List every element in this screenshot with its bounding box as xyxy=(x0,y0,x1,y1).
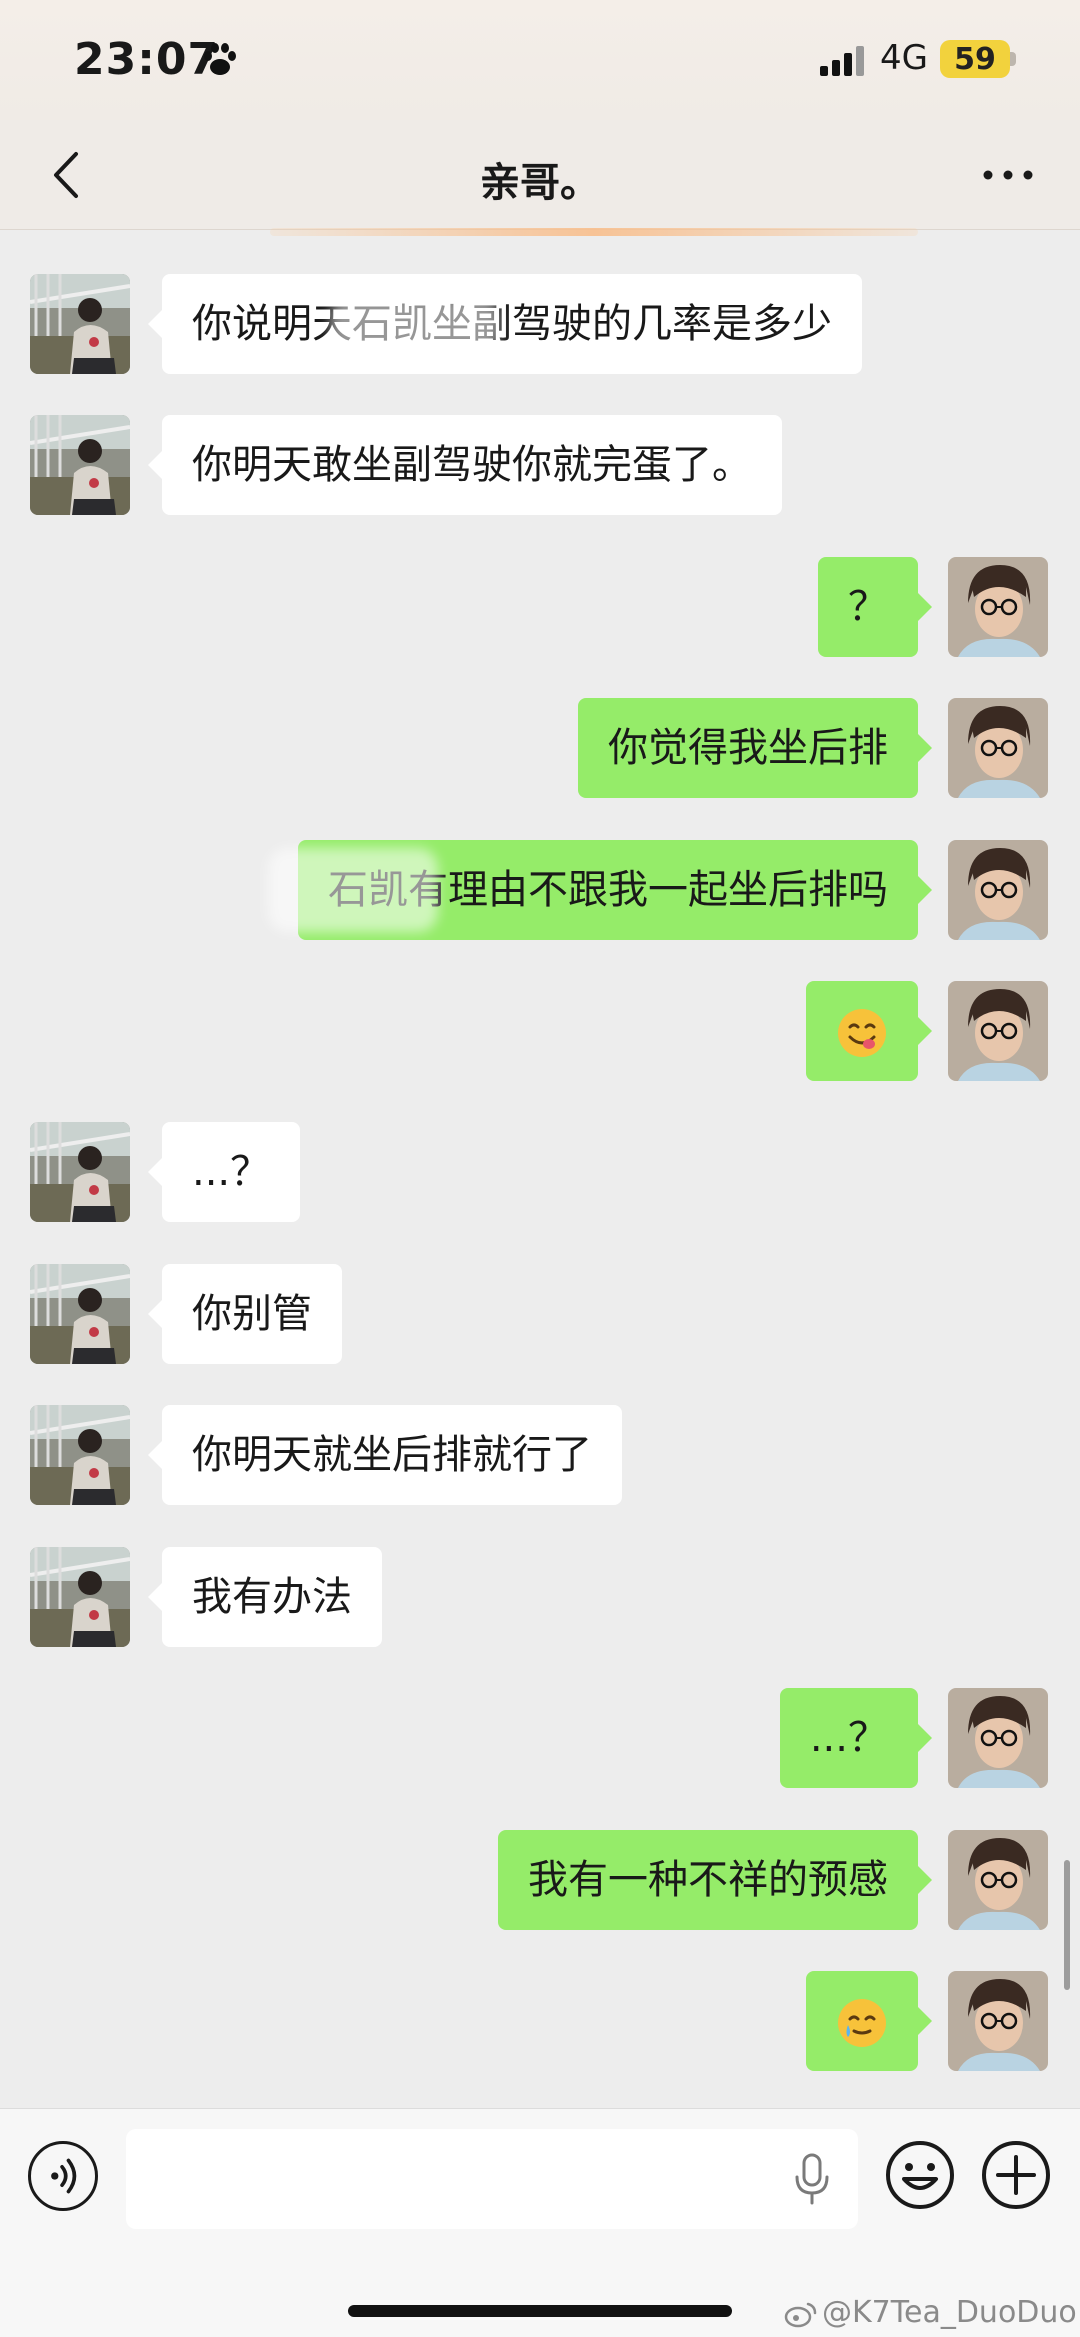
message-bubble[interactable]: ...？ xyxy=(147,1122,301,1222)
battery-indicator: 59 xyxy=(940,40,1010,78)
message-row: 你明天敢坐副驾驶你就完蛋了。 xyxy=(0,415,1080,515)
watermark: @K7Tea_DuoDuo xyxy=(784,2295,1077,2330)
message-row: 你别管 xyxy=(0,1264,1080,1364)
user-avatar[interactable] xyxy=(948,1688,1048,1788)
voice-icon[interactable] xyxy=(28,2141,98,2211)
chat-header: 亲哥。 xyxy=(0,120,1080,230)
paw-icon xyxy=(204,43,236,75)
status-time: 23:07 xyxy=(74,34,220,85)
message-row: ？ xyxy=(0,557,1080,657)
message-bubble[interactable]: ？ xyxy=(818,557,932,657)
status-bar: 23:07 4G 59 xyxy=(0,0,1080,120)
contact-avatar[interactable] xyxy=(30,1122,130,1222)
user-avatar[interactable] xyxy=(948,840,1048,940)
yum-face-emoji xyxy=(838,1009,886,1057)
chat-screen: { "status_bar": { "time": "23:07", "netw… xyxy=(0,0,1080,2337)
contact-avatar[interactable] xyxy=(30,274,130,374)
message-bubble[interactable] xyxy=(806,981,932,1081)
message-row: 石凯有理由不跟我一起坐后排吗 xyxy=(0,840,1080,940)
user-avatar[interactable] xyxy=(948,557,1048,657)
message-bubble[interactable]: 你明天就坐后排就行了 xyxy=(148,1405,622,1505)
message-row: ...？ xyxy=(0,1688,1080,1788)
watermark-text: @K7Tea_DuoDuo xyxy=(822,2295,1077,2330)
message-bubble[interactable]: 我有一种不祥的预感 xyxy=(498,1830,932,1930)
user-avatar[interactable] xyxy=(948,1971,1048,2071)
contact-avatar[interactable] xyxy=(30,1405,130,1505)
input-bar: @K7Tea_DuoDuo xyxy=(0,2108,1080,2337)
message-bubble[interactable]: 我有办法 xyxy=(148,1547,382,1647)
message-row: 我有一种不祥的预感 xyxy=(0,1830,1080,1930)
message-bubble[interactable]: 你觉得我坐后排 xyxy=(578,698,932,798)
microphone-icon[interactable] xyxy=(792,2153,832,2205)
message-row: ...？ xyxy=(0,1122,1080,1222)
contact-avatar[interactable] xyxy=(30,1547,130,1647)
more-icon[interactable] xyxy=(980,160,1036,190)
teary-smile-emoji xyxy=(838,1999,886,2047)
home-indicator[interactable] xyxy=(348,2305,732,2317)
contact-avatar[interactable] xyxy=(30,415,130,515)
message-bubble[interactable] xyxy=(806,1971,932,2071)
message-row: 你觉得我坐后排 xyxy=(0,698,1080,798)
message-bubble[interactable]: 你说明天石凯坐副驾驶的几率是多少 xyxy=(148,274,862,374)
message-bubble[interactable]: 你明天敢坐副驾驶你就完蛋了。 xyxy=(148,415,782,515)
user-avatar[interactable] xyxy=(948,1830,1048,1930)
network-type: 4G xyxy=(880,38,928,78)
blur-mask xyxy=(268,848,438,932)
signal-icon xyxy=(820,46,864,76)
plus-icon[interactable] xyxy=(980,2139,1052,2211)
battery-tip xyxy=(1010,52,1016,66)
contact-avatar[interactable] xyxy=(30,1264,130,1364)
message-row: 你说明天石凯坐副驾驶的几率是多少 xyxy=(0,274,1080,374)
user-avatar[interactable] xyxy=(948,981,1048,1081)
scrollbar[interactable] xyxy=(1064,1860,1070,1990)
chat-title: 亲哥。 xyxy=(480,160,600,206)
weibo-icon xyxy=(784,2302,817,2327)
user-avatar[interactable] xyxy=(948,698,1048,798)
message-input[interactable] xyxy=(126,2129,858,2229)
message-bubble[interactable]: 你别管 xyxy=(148,1264,342,1364)
message-row xyxy=(0,1971,1080,2071)
message-row xyxy=(0,981,1080,1081)
message-row: 我有办法 xyxy=(0,1547,1080,1647)
message-row: 你明天就坐后排就行了 xyxy=(0,1405,1080,1505)
blur-mask xyxy=(330,296,500,352)
emoji-icon[interactable] xyxy=(884,2139,956,2211)
header-highlight xyxy=(270,228,918,236)
message-bubble[interactable]: ...？ xyxy=(779,1688,933,1788)
